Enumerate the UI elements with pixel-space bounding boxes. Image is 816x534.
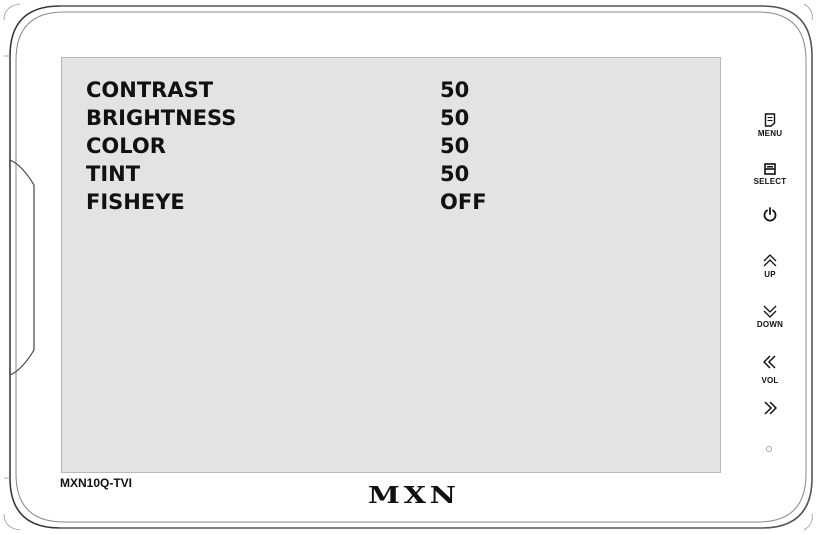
osd-label: CONTRAST [86,78,214,102]
select-icon [764,163,776,175]
osd-row-brightness: BRIGHTNESS 50 [86,104,606,132]
chevron-down-icon [763,305,777,318]
down-button[interactable]: DOWN [746,304,794,329]
vol-down-button[interactable]: VOL [746,354,794,385]
status-led-icon [766,446,772,452]
double-chevron-left-icon [763,355,776,369]
up-label: UP [764,270,776,279]
monitor-device: CONTRAST 50 BRIGHTNESS 50 COLOR 50 TINT … [0,0,816,534]
up-button[interactable]: UP [746,254,794,279]
osd-value: OFF [440,190,487,214]
osd-row-color: COLOR 50 [86,132,606,160]
power-button[interactable] [746,207,794,222]
osd-label: FISHEYE [86,190,185,214]
select-label: SELECT [753,177,787,186]
osd-value: 50 [440,106,470,130]
double-chevron-right-icon [764,401,777,415]
osd-label: COLOR [86,134,166,158]
select-button[interactable]: SELECT [746,163,794,186]
vol-up-button[interactable] [746,400,794,416]
menu-button[interactable]: MENU [746,113,794,138]
osd-row-tint: TINT 50 [86,160,606,188]
menu-label: MENU [757,129,783,138]
menu-icon [764,113,776,127]
osd-value: 50 [440,134,470,158]
osd-menu: CONTRAST 50 BRIGHTNESS 50 COLOR 50 TINT … [86,76,606,216]
osd-label: BRIGHTNESS [86,106,237,130]
vol-label: VOL [761,376,779,385]
osd-row-fisheye: FISHEYE OFF [86,188,606,216]
down-label: DOWN [756,320,784,329]
osd-value: 50 [440,78,470,102]
osd-label: TINT [86,162,141,186]
osd-row-contrast: CONTRAST 50 [86,76,606,104]
display-screen: CONTRAST 50 BRIGHTNESS 50 COLOR 50 TINT … [61,57,721,473]
model-label: MXN10Q-TVI [60,476,133,490]
brand-logo: MXN [368,482,460,509]
power-icon [763,207,777,222]
osd-value: 50 [440,162,470,186]
chevron-up-icon [763,254,777,267]
